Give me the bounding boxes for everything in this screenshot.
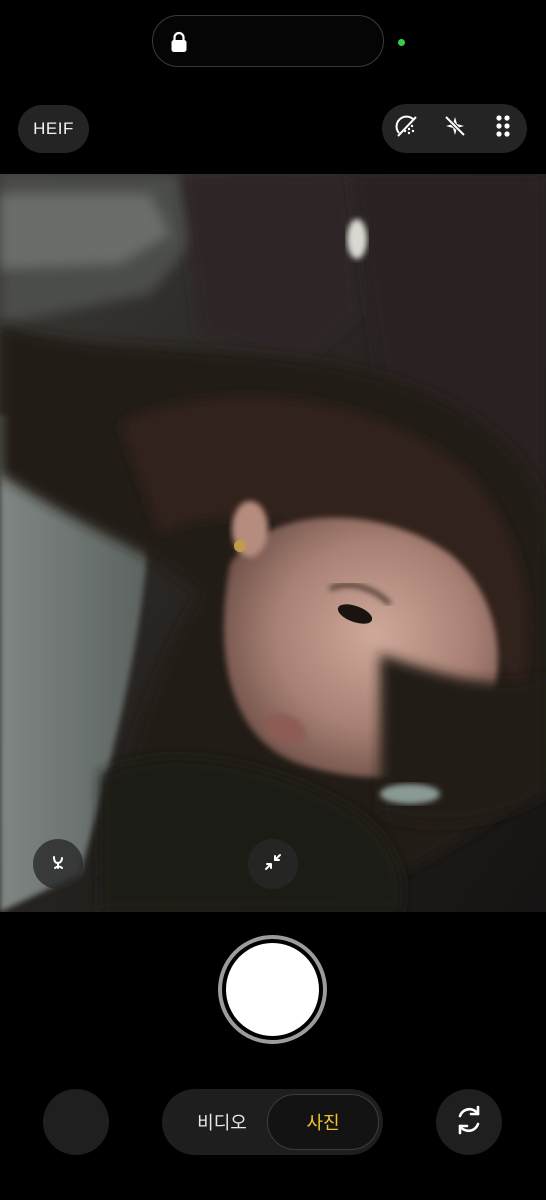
- camera-preview-image: [0, 174, 546, 912]
- shutter-button[interactable]: [218, 935, 327, 1044]
- camera-viewfinder[interactable]: [0, 174, 546, 912]
- mode-switch: 비디오 사진: [162, 1089, 383, 1155]
- gallery-thumbnail[interactable]: [43, 1089, 109, 1155]
- lock-icon: [170, 31, 188, 53]
- camera-active-indicator: [398, 39, 405, 46]
- top-toolbar: [382, 104, 527, 153]
- lens-switch-button[interactable]: [33, 839, 83, 889]
- switch-camera-button[interactable]: [436, 1089, 502, 1155]
- more-grid-icon: [490, 113, 516, 144]
- collapse-arrows-icon: [262, 851, 284, 878]
- mode-photo-tab[interactable]: 사진: [267, 1094, 379, 1150]
- mode-video-tab[interactable]: 비디오: [182, 1089, 262, 1155]
- more-options-button[interactable]: [479, 104, 527, 153]
- filter-off-icon: [394, 113, 420, 144]
- zoom-collapse-button[interactable]: [248, 839, 298, 889]
- switch-camera-icon: [451, 1102, 487, 1143]
- status-pill: [152, 15, 384, 67]
- shutter-core: [226, 943, 319, 1036]
- filter-off-button[interactable]: [383, 104, 431, 153]
- format-button[interactable]: HEIF: [18, 105, 89, 153]
- wide-lens-icon: [47, 851, 69, 878]
- sparkle-off-button[interactable]: [431, 104, 479, 153]
- sparkle-off-icon: [442, 113, 468, 144]
